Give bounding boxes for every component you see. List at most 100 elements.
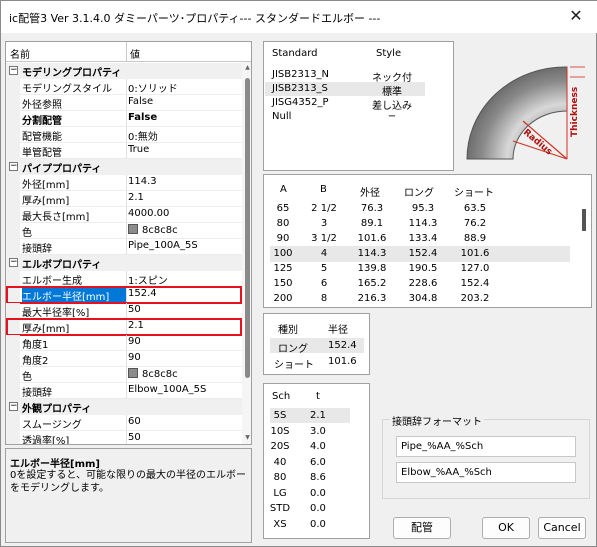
property-name: 透過率[%] (22, 436, 70, 445)
color-value: 8c8c8c (142, 369, 178, 380)
property-value[interactable]: 8c8c8c (128, 224, 240, 239)
thickness-value[interactable]: 0.0 (310, 503, 326, 514)
scroll-thumb[interactable] (245, 78, 250, 378)
ok-button[interactable]: OK (482, 517, 530, 539)
thickness-value[interactable]: 8.6 (310, 472, 326, 483)
standard-row[interactable]: Null − (265, 110, 425, 124)
property-row[interactable]: 色 8c8c8c (6, 223, 242, 239)
thickness-value[interactable]: 0.0 (310, 519, 326, 530)
property-value[interactable]: 0:ソリッド (128, 80, 240, 95)
property-value[interactable]: Elbow_100A_5S (128, 384, 240, 399)
sch-value[interactable]: XS (264, 519, 296, 530)
sch-value[interactable]: 20S (264, 441, 296, 452)
size-cell: 152.4 (460, 278, 490, 289)
property-value[interactable]: 2.1 (128, 192, 240, 207)
standard-row[interactable]: JISG4352_P 差し込み (265, 96, 425, 112)
property-value[interactable]: 8c8c8c (128, 368, 240, 383)
thickness-value[interactable]: 3.0 (310, 426, 326, 437)
size-row[interactable]: 100 4 114.3 152.4 101.6 (270, 246, 570, 262)
property-row[interactable]: 透過率[%] 50 (6, 431, 242, 445)
property-grid[interactable]: 名前 値 − モデリングプロパティ モデリングスタイル 0:ソリッド 外径参照 False… (5, 41, 252, 445)
standard-row[interactable]: JISB2313_N ネック付 (265, 68, 425, 84)
property-row[interactable]: 最大半径率[%] 50 (6, 303, 242, 319)
property-name: 分割配管 (22, 116, 62, 127)
size-row[interactable]: 65 2 1/2 76.3 95.3 63.5 (270, 201, 570, 217)
elbow-format-field[interactable]: Elbow_%AA_%Sch (396, 462, 576, 483)
radius-table[interactable]: 種別 半径 ロング 152.4 ショート 101.6 (263, 313, 370, 375)
property-row[interactable]: 角度2 90 (6, 351, 242, 367)
size-table-scrollbar[interactable] (576, 175, 591, 307)
collapse-icon[interactable]: − (9, 258, 18, 267)
size-row[interactable]: 80 3 89.1 114.3 76.2 (270, 216, 570, 232)
property-row[interactable]: 外径[mm] 114.3 (6, 175, 242, 191)
collapse-icon[interactable]: − (9, 402, 18, 411)
property-row[interactable]: 配管機能 0:無効 (6, 127, 242, 143)
category-label: エルボプロパティ (22, 260, 102, 271)
collapse-icon[interactable]: − (9, 66, 18, 75)
collapse-icon[interactable]: − (9, 162, 18, 171)
property-value[interactable]: 0:無効 (128, 128, 240, 143)
property-value[interactable]: 1:スピン (128, 272, 240, 287)
property-row[interactable]: スムージング 60 (6, 415, 242, 431)
property-value[interactable]: True (128, 144, 240, 159)
thickness-value[interactable]: 0.0 (310, 488, 326, 499)
property-row[interactable]: 接頭辞 Pipe_100A_5S (6, 239, 242, 255)
thickness-value[interactable]: 2.1 (310, 410, 326, 421)
radius-kind[interactable]: ショート (274, 356, 314, 371)
thickness-value[interactable]: 4.0 (310, 441, 326, 452)
property-category[interactable]: − パイププロパティ (6, 159, 242, 175)
radius-value[interactable]: 152.4 (328, 340, 357, 351)
size-row[interactable]: 200 8 216.3 304.8 203.2 (270, 291, 570, 307)
cancel-button[interactable]: Cancel (538, 517, 586, 539)
pipe-format-field[interactable]: Pipe_%AA_%Sch (396, 436, 576, 457)
size-row[interactable]: 90 3 1/2 101.6 133.4 88.9 (270, 231, 570, 247)
property-grid-scrollbar[interactable]: ▲ ▼ (242, 62, 251, 444)
property-value[interactable]: 114.3 (128, 176, 240, 191)
thickness-value[interactable]: 6.0 (310, 457, 326, 468)
close-icon[interactable]: ✕ (554, 1, 597, 33)
sch-value[interactable]: LG (264, 488, 296, 499)
property-row[interactable]: 接頭辞 Elbow_100A_5S (6, 383, 242, 399)
property-value[interactable]: 50 (128, 432, 240, 444)
schedule-table[interactable]: Sch t 5S 2.1 10S 3.0 20S 4.0 40 6.0 80 8.6 LG 0.0 ST… (263, 383, 370, 539)
sch-value[interactable]: 5S (264, 410, 296, 421)
size-row[interactable]: 150 6 165.2 228.6 152.4 (270, 276, 570, 292)
size-table[interactable]: A B 外径 ロング ショート 65 2 1/2 76.3 95.3 63.5 80 3 89… (263, 174, 592, 308)
radius-kind[interactable]: ロング (278, 340, 308, 355)
property-value[interactable]: False (128, 96, 240, 111)
property-value[interactable]: 60 (128, 416, 240, 431)
property-category[interactable]: − 外観プロパティ (6, 399, 242, 415)
property-row[interactable]: 外径参照 False (6, 95, 242, 111)
color-swatch (128, 224, 138, 234)
size-row[interactable]: 125 5 139.8 190.5 127.0 (270, 261, 570, 277)
size-cell: 125 (273, 263, 293, 274)
sch-value[interactable]: STD (264, 503, 296, 514)
property-row[interactable]: エルボー生成 1:スピン (6, 271, 242, 287)
property-value[interactable]: Pipe_100A_5S (128, 240, 240, 255)
property-row[interactable]: 厚み[mm] 2.1 (6, 191, 242, 207)
property-value[interactable]: False (128, 112, 240, 127)
property-category[interactable]: − エルボプロパティ (6, 255, 242, 271)
property-row[interactable]: 単管配管 True (6, 143, 242, 159)
property-name: 単管配管 (22, 148, 62, 159)
sch-value[interactable]: 10S (264, 426, 296, 437)
property-value[interactable]: 90 (128, 352, 240, 367)
property-row[interactable]: 分割配管 False (6, 111, 242, 127)
standards-list[interactable]: Standard Style JISB2313_N ネック付 JISB2313_… (263, 41, 454, 171)
property-row[interactable]: 角度1 90 (6, 335, 242, 351)
property-row[interactable]: モデリングスタイル 0:ソリッド (6, 79, 242, 95)
scroll-thumb[interactable] (582, 209, 586, 231)
standard-row-selected[interactable]: JISB2313_S 標準 (265, 82, 425, 98)
radius-value[interactable]: 101.6 (328, 356, 357, 367)
property-value[interactable]: 50 (128, 304, 240, 319)
sch-value[interactable]: 80 (264, 472, 296, 483)
property-value[interactable]: 4000.00 (128, 208, 240, 223)
scroll-down-icon[interactable]: ▼ (244, 434, 251, 441)
scroll-up-icon[interactable]: ▲ (244, 64, 251, 71)
piping-button[interactable]: 配管 (393, 517, 451, 539)
property-category[interactable]: − モデリングプロパティ (6, 63, 242, 79)
property-row[interactable]: 最大長さ[mm] 4000.00 (6, 207, 242, 223)
sch-value[interactable]: 40 (264, 457, 296, 468)
property-value[interactable]: 90 (128, 336, 240, 351)
property-row[interactable]: 色 8c8c8c (6, 367, 242, 383)
